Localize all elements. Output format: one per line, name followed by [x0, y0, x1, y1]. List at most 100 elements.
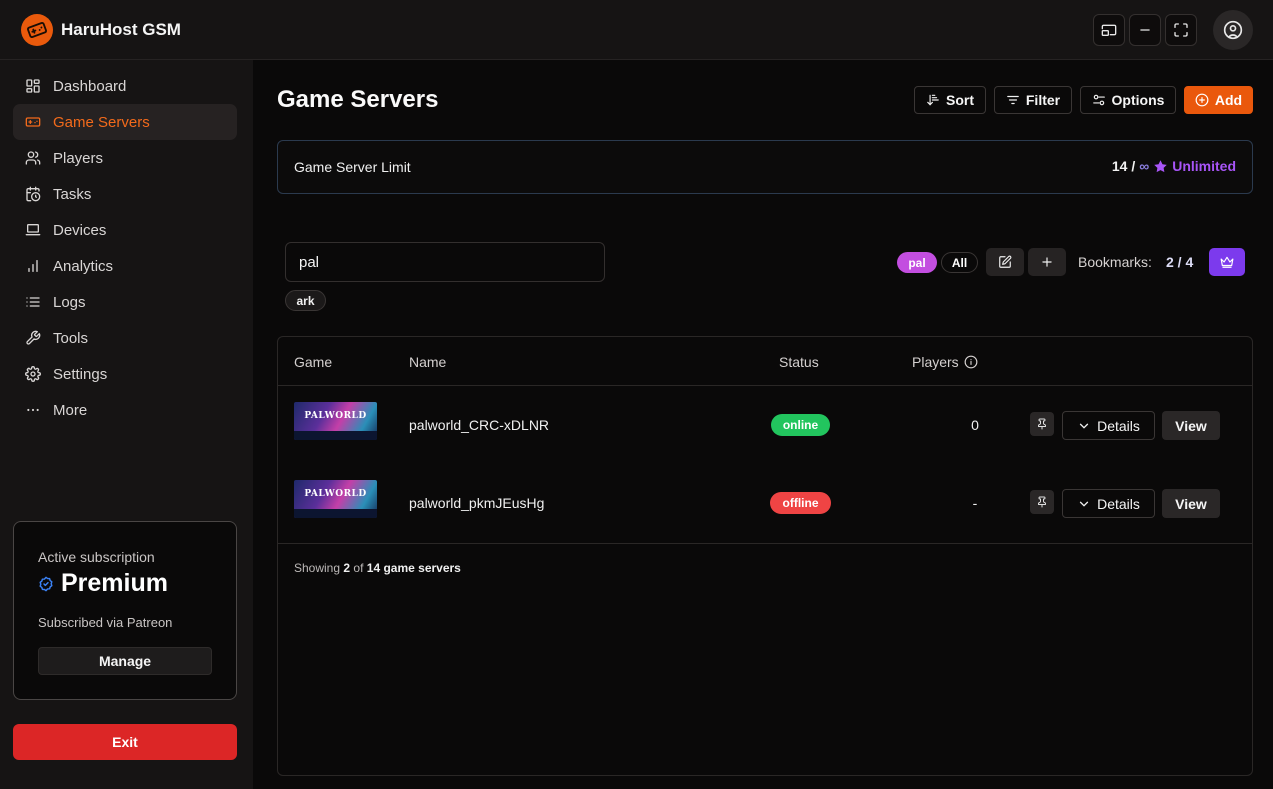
user-circle-icon: [1223, 20, 1243, 40]
sort-button[interactable]: Sort: [914, 86, 986, 114]
game-logo-text: PALWORLD: [304, 489, 367, 499]
gamepad-logo-icon: [21, 14, 53, 46]
sidebar-item-tasks[interactable]: Tasks: [13, 176, 237, 212]
players-count: 0: [971, 417, 979, 433]
sidebar-item-label: Tools: [53, 329, 89, 347]
bar-chart-icon: [25, 258, 41, 274]
sidebar-item-label: Logs: [53, 293, 86, 311]
bookmark-chip-all[interactable]: All: [941, 252, 978, 273]
picture-in-picture-icon: [1101, 24, 1117, 36]
add-label: Add: [1214, 92, 1243, 108]
picture-in-picture-button[interactable]: [1093, 14, 1125, 46]
gear-icon: [25, 366, 41, 382]
fullscreen-button[interactable]: [1165, 14, 1197, 46]
limit-max: ∞: [1139, 158, 1150, 174]
details-button[interactable]: Details: [1062, 489, 1155, 518]
premium-bookmarks-button[interactable]: [1209, 248, 1245, 276]
column-header-game: Game: [294, 354, 333, 370]
limit-value: 14 / ∞ Unlimited: [1112, 158, 1236, 174]
chevron-down-icon: [1079, 501, 1089, 507]
filter-label: Filter: [1025, 92, 1061, 108]
sidebar: Dashboard Game Servers Players Tasks Dev…: [0, 60, 253, 789]
sidebar-item-settings[interactable]: Settings: [13, 356, 237, 392]
minus-icon: [1140, 29, 1150, 31]
minimize-button[interactable]: [1129, 14, 1161, 46]
pin-button[interactable]: [1030, 490, 1054, 514]
info-icon: [964, 355, 978, 369]
server-name[interactable]: palworld_pkmJEusHg: [409, 495, 544, 511]
top-bar: HaruHost GSM: [0, 0, 1273, 60]
showing-of: of: [353, 561, 364, 575]
crown-icon: [1220, 256, 1234, 268]
column-header-players: Players: [912, 354, 978, 370]
edit-bookmarks-button[interactable]: [986, 248, 1024, 276]
pin-icon: [1038, 418, 1046, 430]
calendar-clock-icon: [25, 186, 41, 202]
palworld-game-image: PALWORLD: [294, 480, 377, 518]
showing-total: 14: [366, 561, 381, 575]
pin-button[interactable]: [1030, 412, 1054, 436]
sidebar-item-tools[interactable]: Tools: [13, 320, 237, 356]
search-input[interactable]: [285, 242, 605, 282]
server-name[interactable]: palworld_CRC-xDLNR: [409, 417, 549, 433]
pin-icon: [1038, 496, 1046, 508]
status-badge: online: [771, 414, 830, 436]
bookmark-chip-pal[interactable]: pal: [897, 252, 937, 273]
sidebar-item-more[interactable]: More: [13, 392, 237, 428]
details-label: Details: [1097, 495, 1140, 512]
players-header-label: Players: [912, 354, 959, 370]
exit-button[interactable]: Exit: [13, 724, 237, 760]
sidebar-item-label: Tasks: [53, 185, 92, 203]
details-label: Details: [1097, 417, 1140, 434]
subscription-plan: Premium: [38, 569, 168, 598]
table-row: PALWORLD palworld_pkmJEusHg offline - De…: [278, 464, 1252, 542]
showing-suffix: game servers: [383, 561, 461, 575]
subscription-card: Active subscription Premium Subscribed v…: [13, 521, 237, 700]
options-label: Options: [1111, 92, 1165, 108]
tag-chip-ark[interactable]: ark: [285, 290, 326, 311]
sidebar-item-analytics[interactable]: Analytics: [13, 248, 237, 284]
table-row: PALWORLD palworld_CRC-xDLNR online 0 Det…: [278, 386, 1252, 464]
sidebar-item-players[interactable]: Players: [13, 140, 237, 176]
game-server-limit-card: Game Server Limit 14 / ∞ Unlimited: [277, 140, 1253, 194]
limit-tier: Unlimited: [1153, 158, 1236, 174]
showing-count: Showing 2 of 14 game servers: [294, 561, 461, 575]
bookmarks-count: 2 / 4: [1166, 254, 1194, 270]
column-header-status: Status: [779, 354, 819, 370]
sidebar-item-logs[interactable]: Logs: [13, 284, 237, 320]
options-button[interactable]: Options: [1080, 86, 1176, 114]
users-icon: [25, 150, 41, 166]
plus-circle-icon: [1195, 93, 1209, 107]
filter-button[interactable]: Filter: [994, 86, 1072, 114]
limit-label: Game Server Limit: [294, 159, 411, 175]
add-button[interactable]: Add: [1184, 86, 1253, 114]
laptop-icon: [25, 222, 41, 238]
subscription-source: Subscribed via Patreon: [38, 615, 173, 630]
sidebar-item-game-servers[interactable]: Game Servers: [13, 104, 237, 140]
players-count: -: [972, 495, 978, 511]
showing-shown: 2: [343, 561, 351, 575]
gamepad-icon: [25, 114, 41, 130]
add-bookmark-button[interactable]: [1028, 248, 1066, 276]
edit-icon: [999, 255, 1012, 268]
wrench-icon: [25, 330, 41, 346]
app-title: HaruHost GSM: [61, 20, 181, 39]
sidebar-item-label: Devices: [53, 221, 107, 239]
game-servers-table: Game Name Status Players PALWORLD palwor…: [277, 336, 1253, 776]
verified-check-icon: [38, 576, 54, 592]
details-button[interactable]: Details: [1062, 411, 1155, 440]
manage-subscription-button[interactable]: Manage: [38, 647, 212, 675]
sidebar-item-dashboard[interactable]: Dashboard: [13, 68, 237, 104]
subscription-label: Active subscription: [38, 549, 155, 565]
sort-label: Sort: [946, 92, 974, 108]
column-header-name: Name: [409, 354, 447, 370]
app-window: HaruHost GSM Dashboard Game Servers Play…: [0, 0, 1273, 789]
sidebar-item-devices[interactable]: Devices: [13, 212, 237, 248]
sliders-icon: [1092, 94, 1105, 106]
limit-tier-label: Unlimited: [1172, 158, 1236, 174]
page-title: Game Servers: [277, 86, 439, 113]
view-button[interactable]: View: [1162, 489, 1220, 518]
star-icon: [1154, 159, 1167, 172]
user-avatar-button[interactable]: [1213, 10, 1253, 50]
view-button[interactable]: View: [1162, 411, 1220, 440]
